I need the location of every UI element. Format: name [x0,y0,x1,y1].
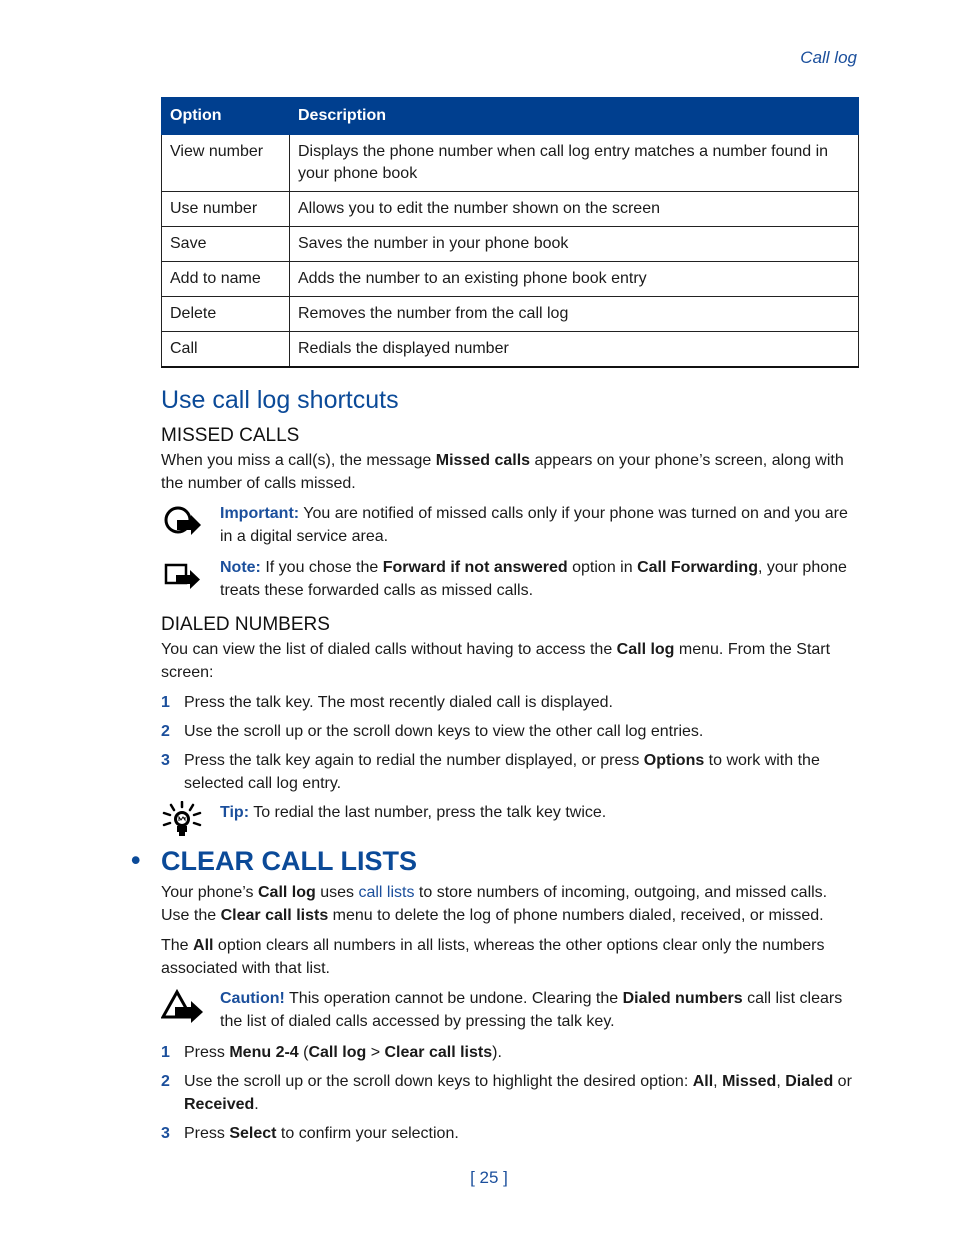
lightbulb-icon [162,801,202,836]
option-cell: Save [161,226,290,262]
section-title-clear-call-lists: • CLEAR CALL LISTS [131,845,417,876]
list-item: 2 Use the scroll up or the scroll down ke… [161,723,704,740]
description-cell: Saves the number in your phone book [289,226,859,262]
important-callout: Important: You are notified of missed ca… [161,502,859,548]
option-cell: Use number [161,191,290,227]
list-item: 3 Press Select to confirm your selection. [161,1125,459,1142]
description-cell: Redials the displayed number [289,331,859,368]
tip-callout: Tip: To redial the last number, press th… [161,801,859,836]
section-title-shortcuts: Use call log shortcuts [161,386,399,414]
note-icon [164,563,200,589]
page-content: Option Description View number Displays … [131,97,859,1151]
description-cell: Removes the number from the call log [289,296,859,332]
dialed-numbers-paragraph: You can view the list of dialed calls wi… [161,641,831,681]
important-icon [164,506,201,535]
note-callout: Note: If you chose the Forward if not an… [161,556,859,602]
option-cell: Add to name [161,261,290,297]
list-item: 3 Press the talk key again to redial the … [161,752,820,792]
missed-calls-paragraph: When you miss a call(s), the message Mis… [161,452,844,492]
dialed-steps-list: 1 Press the talk key. The most recently d… [161,691,859,795]
description-cell: Allows you to edit the number shown on t… [289,191,859,227]
header-description: Description [289,97,859,135]
table-row: Delete Removes the number from the call … [161,296,859,332]
list-item: 1 Press Menu 2-4 (Call log > Clear call l… [161,1044,502,1061]
page-number: [ 25 ] [470,1168,508,1187]
subheading-dialed-numbers: DIALED NUMBERS [161,614,330,635]
call-lists-link[interactable]: call lists [358,884,414,901]
clear-paragraph-1: Your phone’s Call log uses call lists to… [161,884,828,924]
table-row: Call Redials the displayed number [161,331,859,368]
running-head: Call log [800,48,857,67]
description-cell: Adds the number to an existing phone boo… [289,261,859,297]
option-cell: View number [161,134,290,192]
clear-steps-list: 1 Press Menu 2-4 (Call log > Clear call l… [161,1041,859,1145]
description-cell: Displays the phone number when call log … [289,134,859,192]
clear-paragraph-2: The All option clears all numbers in all… [161,937,825,977]
header-option: Option [161,97,290,135]
caution-callout: Caution! This operation cannot be undone… [161,987,859,1033]
table-row: Add to name Adds the number to an existi… [161,261,859,297]
list-item: 1 Press the talk key. The most recently d… [161,694,613,711]
subheading-missed-calls: MISSED CALLS [161,425,300,446]
table-row: Save Saves the number in your phone book [161,226,859,262]
caution-icon [161,988,203,1023]
section-bullet: • [131,845,141,875]
options-table: Option Description View number Displays … [161,97,859,368]
option-cell: Delete [161,296,290,332]
table-row: Use number Allows you to edit the number… [161,191,859,227]
table-header-row: Option Description [161,97,859,135]
option-cell: Call [161,331,290,368]
list-item: 2 Use the scroll up or the scroll down ke… [161,1073,852,1113]
table-row: View number Displays the phone number wh… [161,134,859,192]
